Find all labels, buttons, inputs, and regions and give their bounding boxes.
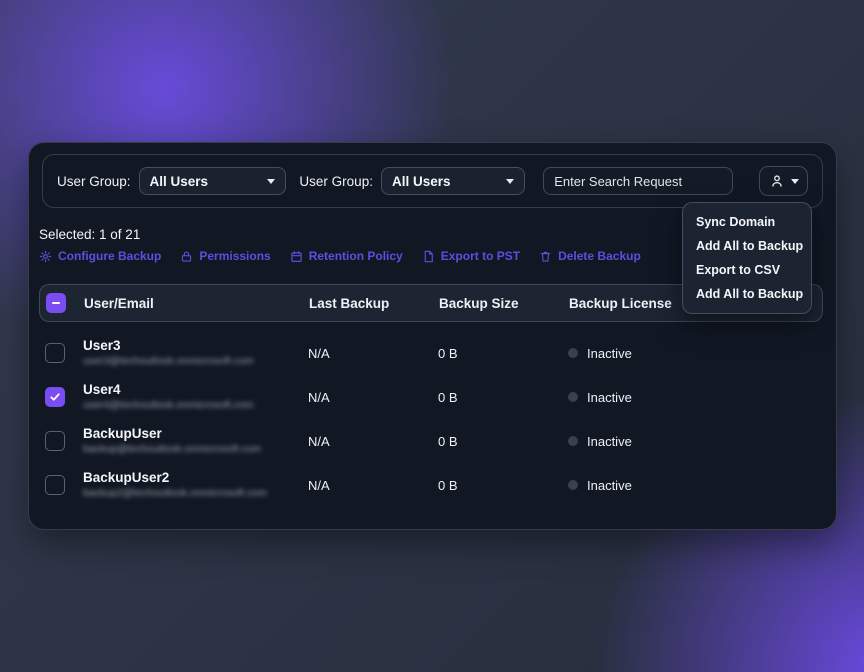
backup-size-value: 0 B [438, 346, 568, 361]
action-label: Configure Backup [58, 249, 161, 263]
lock-icon [180, 250, 193, 263]
table-body: User3 user3@techoutlook.onmicrosoft.com … [39, 331, 823, 507]
row-checkbox[interactable] [45, 387, 65, 407]
chevron-down-icon [506, 179, 514, 184]
last-backup-value: N/A [308, 478, 438, 493]
chevron-down-icon [791, 179, 799, 184]
backup-size-value: 0 B [438, 390, 568, 405]
user-group-select-1[interactable]: All Users [139, 167, 286, 195]
last-backup-value: N/A [308, 390, 438, 405]
user-email: user4@techoutlook.onmicrosoft.com [83, 399, 308, 413]
last-backup-value: N/A [308, 434, 438, 449]
user-name: BackupUser [83, 426, 308, 443]
table-row: BackupUser backup@techoutlook.onmicrosof… [45, 419, 823, 463]
status-dot [568, 348, 578, 358]
user-group-select-2[interactable]: All Users [381, 167, 525, 195]
row-checkbox[interactable] [45, 343, 65, 363]
action-label: Delete Backup [558, 249, 641, 263]
table-row: User3 user3@techoutlook.onmicrosoft.com … [45, 331, 823, 375]
menu-item-add-all-to-backup[interactable]: Add All to Backup [683, 234, 811, 258]
user-group-label-1: User Group: [57, 174, 131, 189]
user-group-select-2-value: All Users [392, 174, 451, 189]
action-label: Export to PST [441, 249, 520, 263]
user-email: backup2@techoutlook.onmicrosoft.com [83, 487, 308, 501]
table-row: BackupUser2 backup2@techoutlook.onmicros… [45, 463, 823, 507]
indeterminate-mark [52, 302, 60, 305]
license-status: Inactive [587, 478, 632, 493]
column-header-user-email: User/Email [84, 296, 309, 311]
user-group-select-1-value: All Users [150, 174, 209, 189]
action-label: Permissions [199, 249, 270, 263]
backup-users-panel: User Group: All Users User Group: All Us… [28, 142, 837, 530]
license-status: Inactive [587, 390, 632, 405]
status-dot [568, 392, 578, 402]
bulk-actions-bar: Configure Backup Permissions Retention P… [39, 249, 641, 263]
user-group-label-2: User Group: [299, 174, 373, 189]
table-row: User4 user4@techoutlook.onmicrosoft.com … [45, 375, 823, 419]
user-name: BackupUser2 [83, 470, 308, 487]
status-dot [568, 480, 578, 490]
search-input[interactable] [544, 168, 733, 194]
menu-item-add-all-to-backup-2[interactable]: Add All to Backup [683, 282, 811, 306]
check-icon [49, 391, 61, 403]
configure-backup-button[interactable]: Configure Backup [39, 249, 161, 263]
user-email: backup@techoutlook.onmicrosoft.com [83, 443, 308, 457]
row-checkbox[interactable] [45, 475, 65, 495]
row-checkbox[interactable] [45, 431, 65, 451]
status-dot [568, 436, 578, 446]
desktop-background: { "toolbar": { "group_label_1": "User Gr… [0, 0, 864, 672]
license-status: Inactive [587, 434, 632, 449]
export-to-pst-button[interactable]: Export to PST [422, 249, 520, 263]
backup-size-value: 0 B [438, 478, 568, 493]
menu-item-export-to-csv[interactable]: Export to CSV [683, 258, 811, 282]
user-name: User4 [83, 382, 308, 399]
search-box [543, 167, 733, 195]
license-status: Inactive [587, 346, 632, 361]
retention-policy-button[interactable]: Retention Policy [290, 249, 403, 263]
user-name: User3 [83, 338, 308, 355]
select-all-checkbox[interactable] [46, 293, 66, 313]
user-email: user3@techoutlook.onmicrosoft.com [83, 355, 308, 369]
backup-size-value: 0 B [438, 434, 568, 449]
user-menu-button[interactable] [759, 166, 808, 196]
filter-toolbar: User Group: All Users User Group: All Us… [42, 154, 823, 208]
chevron-down-icon [267, 179, 275, 184]
file-icon [422, 250, 435, 263]
gear-icon [39, 250, 52, 263]
menu-item-sync-domain[interactable]: Sync Domain [683, 210, 811, 234]
selection-summary: Selected: 1 of 21 [39, 227, 140, 242]
action-label: Retention Policy [309, 249, 403, 263]
permissions-button[interactable]: Permissions [180, 249, 270, 263]
user-dropdown-menu: Sync Domain Add All to Backup Export to … [682, 202, 812, 314]
column-header-backup-size: Backup Size [439, 296, 569, 311]
person-icon [769, 173, 785, 189]
column-header-last-backup: Last Backup [309, 296, 439, 311]
calendar-icon [290, 250, 303, 263]
delete-backup-button[interactable]: Delete Backup [539, 249, 641, 263]
trash-icon [539, 250, 552, 263]
last-backup-value: N/A [308, 346, 438, 361]
